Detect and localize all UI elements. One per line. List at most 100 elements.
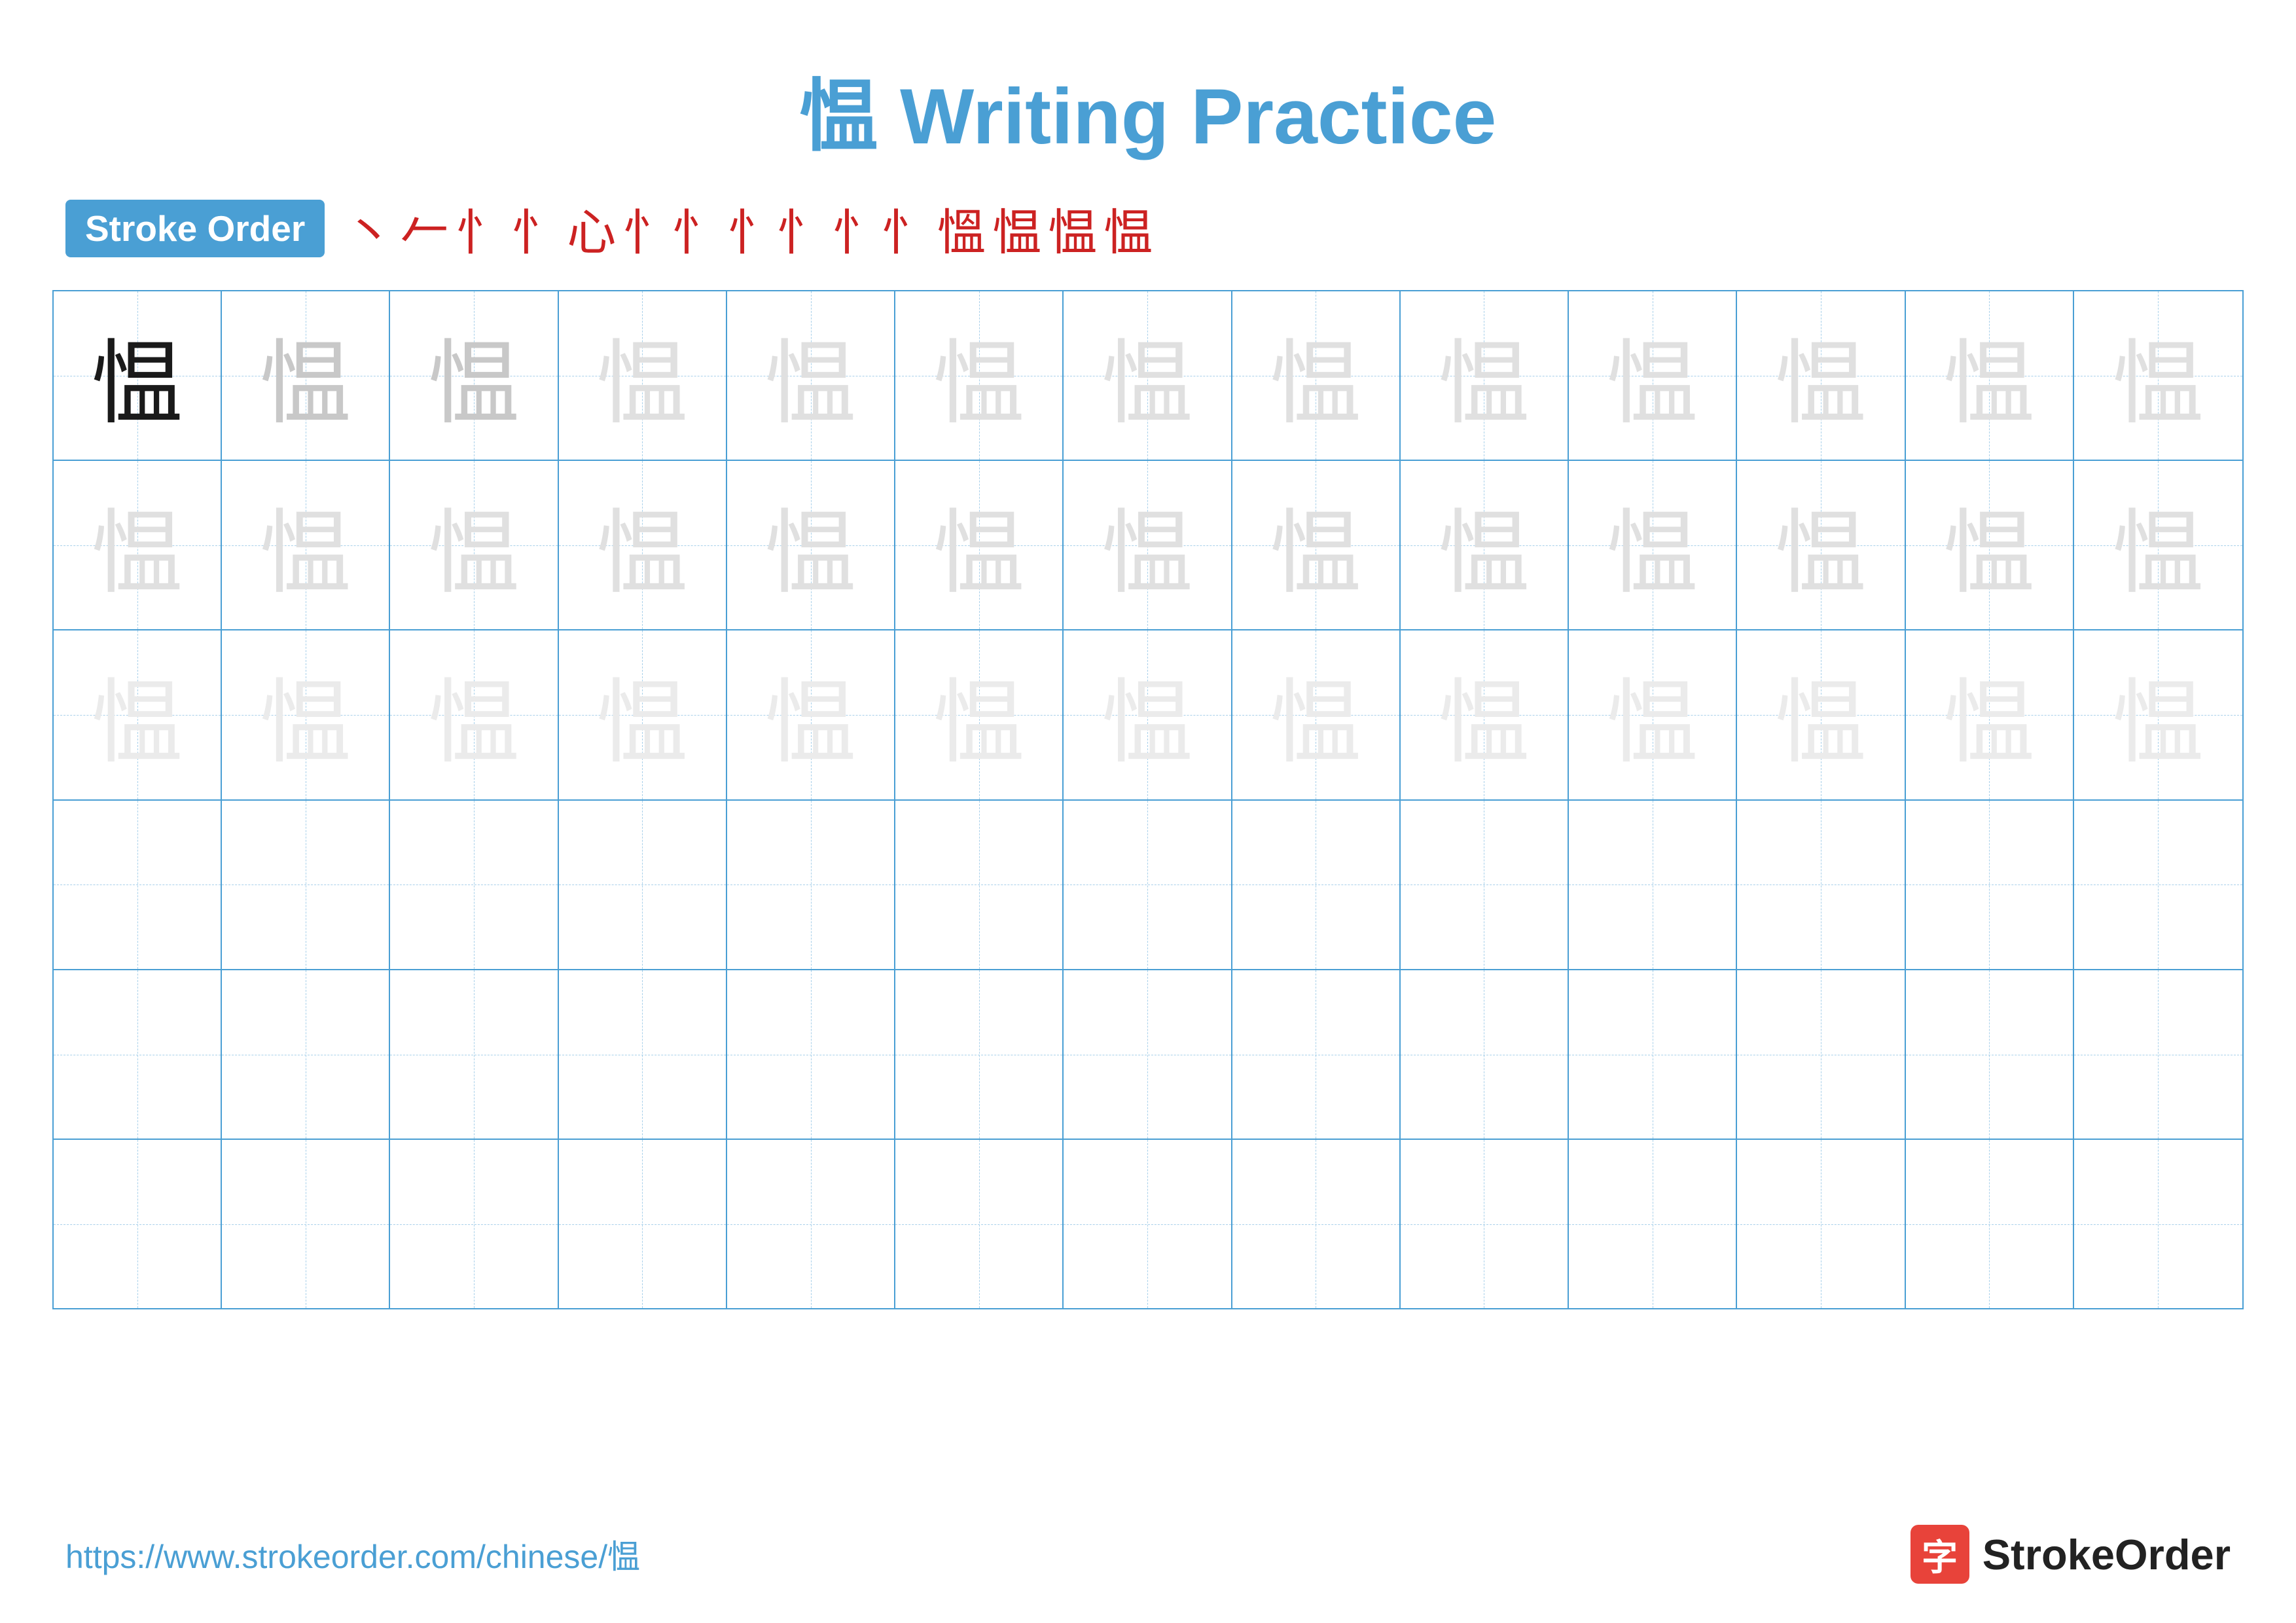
grid-cell[interactable] (1064, 801, 1232, 969)
grid-cell[interactable] (1906, 801, 2074, 969)
grid-cell[interactable] (2074, 970, 2242, 1139)
char-very-light: 愠 (92, 649, 183, 781)
grid-cell[interactable]: 愠 (1569, 630, 1737, 799)
grid-cell[interactable] (222, 1140, 390, 1308)
grid-cell[interactable] (1064, 970, 1232, 1139)
grid-cell[interactable] (895, 1140, 1064, 1308)
grid-cell[interactable] (727, 1140, 895, 1308)
grid-cell[interactable] (2074, 1140, 2242, 1308)
footer-url[interactable]: https://www.strokeorder.com/chinese/愠 (65, 1531, 640, 1578)
grid-cell[interactable] (1737, 1140, 1905, 1308)
grid-cell[interactable]: 愠 (559, 461, 727, 629)
grid-cell[interactable]: 愠 (1401, 291, 1569, 460)
grid-cell[interactable]: 愠 (390, 630, 558, 799)
grid-cell[interactable] (1232, 970, 1401, 1139)
grid-cell[interactable]: 愠 (54, 461, 222, 629)
grid-cell[interactable]: 愠 (1064, 291, 1232, 460)
grid-cell[interactable]: 愠 (1064, 461, 1232, 629)
grid-cell[interactable] (1569, 970, 1737, 1139)
char-very-light: 愠 (1607, 649, 1698, 781)
grid-cell[interactable]: 愠 (2074, 630, 2242, 799)
grid-cell[interactable]: 愠 (895, 461, 1064, 629)
char-very-light: 愠 (1438, 649, 1530, 781)
grid-cell[interactable] (727, 801, 895, 969)
grid-cell[interactable] (390, 1140, 558, 1308)
grid-cell[interactable]: 愠 (727, 461, 895, 629)
grid-cell[interactable]: 愠 (222, 461, 390, 629)
char-light: 愠 (933, 310, 1025, 442)
char-medium: 愠 (428, 310, 520, 442)
char-very-light: 愠 (765, 649, 857, 781)
grid-cell[interactable]: 愠 (559, 291, 727, 460)
grid-cell[interactable] (1401, 1140, 1569, 1308)
grid-cell[interactable]: 愠 (1906, 461, 2074, 629)
grid-row-3: 愠 愠 愠 愠 愠 愠 愠 愠 愠 愠 愠 愠 (54, 630, 2242, 800)
grid-cell[interactable] (1906, 1140, 2074, 1308)
grid-cell[interactable] (895, 801, 1064, 969)
grid-cell[interactable]: 愠 (559, 630, 727, 799)
char-dark: 愠 (92, 310, 183, 442)
grid-cell[interactable]: 愠 (895, 630, 1064, 799)
grid-cell[interactable] (54, 1140, 222, 1308)
grid-cell[interactable]: 愠 (1737, 461, 1905, 629)
grid-cell[interactable] (1401, 801, 1569, 969)
grid-cell[interactable] (2074, 801, 2242, 969)
char-medium: 愠 (260, 310, 351, 442)
grid-cell[interactable] (895, 970, 1064, 1139)
stroke-sequence: 丶 𠂉 忄 忄 心 忄忄 忄忄 忄忄 慍 愠 愠 愠 (344, 192, 1153, 264)
grid-cell[interactable]: 愠 (895, 291, 1064, 460)
grid-cell[interactable]: 愠 (1569, 291, 1737, 460)
grid-cell[interactable]: 愠 (1737, 630, 1905, 799)
char-light: 愠 (2112, 479, 2204, 611)
grid-cell[interactable] (222, 970, 390, 1139)
grid-cell[interactable] (1232, 801, 1401, 969)
grid-cell[interactable] (559, 801, 727, 969)
grid-cell[interactable]: 愠 (2074, 461, 2242, 629)
grid-cell[interactable]: 愠 (727, 291, 895, 460)
grid-cell[interactable]: 愠 (222, 291, 390, 460)
grid-cell[interactable] (727, 970, 895, 1139)
grid-cell[interactable]: 愠 (1906, 291, 2074, 460)
grid-cell[interactable] (390, 970, 558, 1139)
grid-cell[interactable]: 愠 (222, 630, 390, 799)
grid-cell[interactable] (1401, 970, 1569, 1139)
char-light: 愠 (1943, 479, 2035, 611)
grid-cell[interactable]: 愠 (2074, 291, 2242, 460)
grid-cell[interactable]: 愠 (1232, 630, 1401, 799)
grid-cell[interactable]: 愠 (1064, 630, 1232, 799)
grid-cell[interactable] (1569, 1140, 1737, 1308)
char-light: 愠 (1102, 310, 1193, 442)
char-light: 愠 (1270, 310, 1361, 442)
grid-cell[interactable] (1737, 801, 1905, 969)
grid-cell[interactable] (1064, 1140, 1232, 1308)
grid-cell[interactable] (559, 970, 727, 1139)
grid-cell[interactable]: 愠 (1737, 291, 1905, 460)
grid-cell[interactable]: 愠 (727, 630, 895, 799)
grid-cell[interactable]: 愠 (1906, 630, 2074, 799)
char-light: 愠 (596, 310, 688, 442)
grid-cell[interactable]: 愠 (1232, 291, 1401, 460)
practice-grid: 愠 愠 愠 愠 愠 愠 愠 愠 愠 愠 愠 愠 (52, 290, 2244, 1309)
char-light: 愠 (428, 479, 520, 611)
grid-cell[interactable]: 愠 (1401, 461, 1569, 629)
char-light: 愠 (596, 479, 688, 611)
grid-cell[interactable]: 愠 (54, 291, 222, 460)
stroke-order-badge: Stroke Order (65, 200, 325, 257)
grid-cell[interactable]: 愠 (1569, 461, 1737, 629)
grid-cell[interactable] (1569, 801, 1737, 969)
grid-cell[interactable]: 愠 (1232, 461, 1401, 629)
grid-cell[interactable]: 愠 (54, 630, 222, 799)
grid-cell[interactable] (222, 801, 390, 969)
grid-cell[interactable] (390, 801, 558, 969)
grid-cell[interactable]: 愠 (1401, 630, 1569, 799)
grid-cell[interactable]: 愠 (390, 291, 558, 460)
grid-cell[interactable] (1906, 970, 2074, 1139)
grid-cell[interactable] (559, 1140, 727, 1308)
char-very-light: 愠 (596, 649, 688, 781)
char-light: 愠 (1102, 479, 1193, 611)
grid-cell[interactable] (54, 970, 222, 1139)
grid-cell[interactable] (1737, 970, 1905, 1139)
grid-cell[interactable] (54, 801, 222, 969)
grid-cell[interactable] (1232, 1140, 1401, 1308)
grid-cell[interactable]: 愠 (390, 461, 558, 629)
